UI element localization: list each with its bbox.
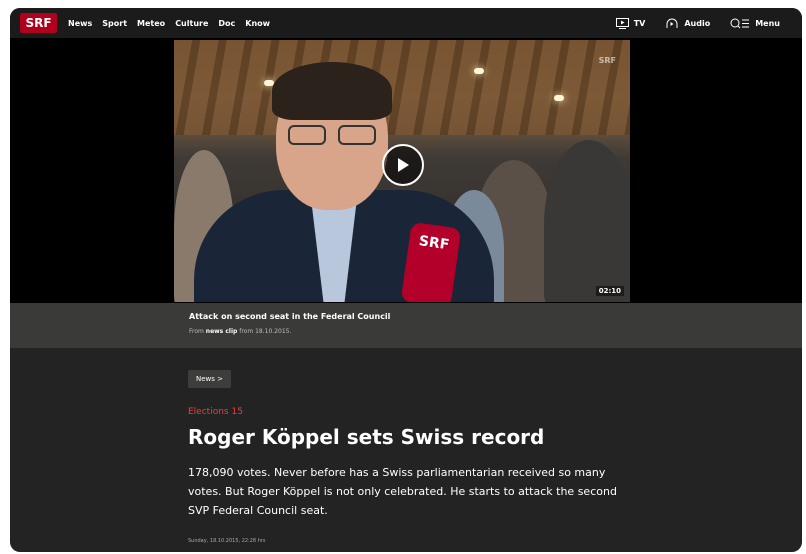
nav-link-meteo[interactable]: Meteo — [137, 19, 165, 28]
audio-icon — [666, 18, 678, 28]
video-thumbnail[interactable]: SRF SRF 02:10 — [174, 40, 630, 302]
video-source: From news clip from 18.10.2015. — [189, 328, 291, 335]
menu-button[interactable]: Menu — [730, 18, 780, 29]
nav-link-culture[interactable]: Culture — [175, 19, 208, 28]
tv-icon — [615, 17, 629, 29]
search-menu-icon — [730, 18, 750, 28]
audio-link[interactable]: Audio — [665, 18, 710, 29]
from-prefix: From — [189, 328, 204, 335]
tv-label: TV — [633, 18, 646, 28]
nav-links: News Sport Meteo Culture Doc Know — [68, 19, 280, 28]
article-kicker: Elections 15 — [188, 407, 243, 417]
play-icon — [398, 158, 409, 172]
interviewee-hair — [272, 62, 392, 120]
video-duration: 02:10 — [595, 286, 624, 296]
srf-watermark: SRF — [598, 56, 616, 65]
nav-link-doc[interactable]: Doc — [218, 19, 235, 28]
tv-link[interactable]: TV — [615, 17, 646, 29]
video-player[interactable]: SRF SRF 02:10 — [10, 38, 802, 303]
srf-microphone: SRF — [400, 221, 462, 302]
lamp — [554, 95, 564, 101]
srf-logo[interactable]: SRF — [20, 13, 57, 33]
breadcrumb-news-button[interactable]: News > — [188, 370, 232, 388]
nav-link-know[interactable]: Know — [245, 19, 270, 28]
article-headline: Roger Köppel sets Swiss record — [188, 425, 545, 449]
mic-label: SRF — [417, 233, 451, 254]
article-date: Sunday, 18.10.2015, 22:28 hrs — [188, 538, 266, 544]
video-caption: Attack on second seat in the Federal Cou… — [10, 303, 802, 348]
play-button[interactable] — [382, 144, 424, 186]
browser-window: SRF News Sport Meteo Culture Doc Know TV — [10, 8, 802, 552]
source-link[interactable]: news clip — [206, 328, 238, 335]
nav-link-sport[interactable]: Sport — [102, 19, 127, 28]
video-title: Attack on second seat in the Federal Cou… — [189, 312, 391, 321]
nav-link-news[interactable]: News — [68, 19, 92, 28]
menu-label: Menu — [755, 18, 780, 28]
crowd-person — [544, 140, 630, 302]
from-date: from 18.10.2015. — [239, 328, 292, 335]
article-lead: 178,090 votes. Never before has a Swiss … — [188, 466, 617, 517]
top-navigation: SRF News Sport Meteo Culture Doc Know TV — [10, 8, 802, 38]
lamp — [474, 68, 484, 74]
video-ceiling — [174, 40, 630, 135]
audio-label: Audio — [684, 18, 711, 28]
interviewee-glasses — [288, 125, 380, 147]
nav-right: TV Audio Menu — [596, 8, 780, 38]
